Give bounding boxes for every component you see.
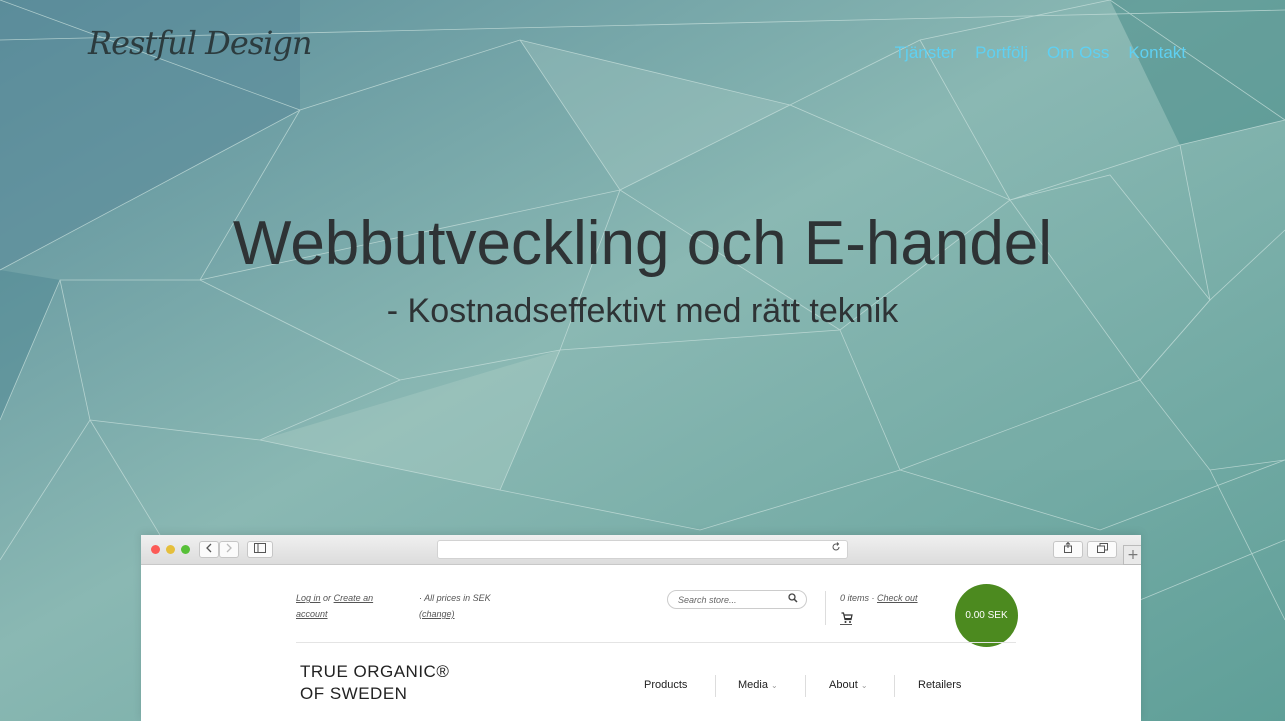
chevron-down-icon: ⌄ [860,681,868,690]
nav-link-kontakt[interactable]: Kontakt [1128,43,1186,63]
brand-line1: TRUE ORGANIC® [300,662,450,681]
main-nav: Tjänster Portfölj Om Oss Kontakt [895,43,1186,63]
store-menu-retailers[interactable]: Retailers [918,679,961,691]
menu-label: About [829,679,858,691]
cart-info: 0 items · Check out [840,590,918,606]
search-placeholder: Search store... [678,595,737,605]
header-divider [825,591,826,625]
chevron-down-icon: ⌄ [771,681,778,690]
nav-link-tjanster[interactable]: Tjänster [895,43,956,63]
nav-link-om-oss[interactable]: Om Oss [1047,43,1109,63]
minimize-dot-icon [166,545,175,554]
cart-total-button[interactable]: 0.00 SEK [955,584,1018,647]
menu-label: Products [644,679,688,691]
cart-icon[interactable] [841,609,853,628]
back-button[interactable] [199,541,219,558]
cart-items-text: 0 items · [840,593,875,603]
nav-link-portfolj[interactable]: Portfölj [975,43,1028,63]
create-account-link[interactable]: Create an [334,593,374,603]
brand-line2: OF SWEDEN [300,684,408,703]
hero-title: Webbutveckling och E-handel [232,209,1053,278]
tabs-icon [1096,543,1108,553]
sidebar-icon [254,543,266,553]
menu-divider [894,675,895,697]
tabs-button[interactable] [1087,541,1117,558]
store-menu-media[interactable]: Media ⌄ [738,679,778,691]
or-text: or [323,593,332,603]
create-account-link-line2[interactable]: account [296,609,328,619]
share-button[interactable] [1053,541,1083,558]
chevron-right-icon [226,543,232,553]
account-links: Log in or Create an account [296,590,373,622]
change-currency-link[interactable]: (change) [419,609,455,619]
header-separator [296,642,1016,643]
reload-icon[interactable] [831,542,841,555]
site-logo[interactable]: Restful Design [88,24,313,62]
sidebar-button[interactable] [247,541,273,558]
menu-divider [805,675,806,697]
forward-button[interactable] [219,541,239,558]
currency-info: · All prices in SEK (change) [419,590,491,622]
chevron-left-icon [206,543,212,553]
maximize-dot-icon [181,545,190,554]
hero-subtitle: - Kostnadseffektivt med rätt teknik [386,292,899,330]
store-menu-about[interactable]: About ⌄ [829,679,868,691]
checkout-link[interactable]: Check out [877,593,918,603]
cart-icon-underline [840,624,852,625]
browser-toolbar: + [141,535,1141,565]
address-bar[interactable] [437,540,848,559]
share-icon [1064,541,1072,553]
menu-divider [715,675,716,697]
login-link[interactable]: Log in [296,593,321,603]
new-tab-button[interactable]: + [1123,545,1141,565]
menu-label: Media [738,679,768,691]
search-icon[interactable] [788,591,798,610]
store-menu-products[interactable]: Products [644,679,687,691]
close-dot-icon [151,545,160,554]
prices-text: · All prices in SEK [419,593,491,603]
store-search-input[interactable]: Search store... [667,590,807,609]
menu-label: Retailers [918,679,962,691]
browser-mockup: + Log in or Create an account · All pric… [141,535,1141,721]
store-brand-logo[interactable]: TRUE ORGANIC® OF SWEDEN [300,661,449,705]
